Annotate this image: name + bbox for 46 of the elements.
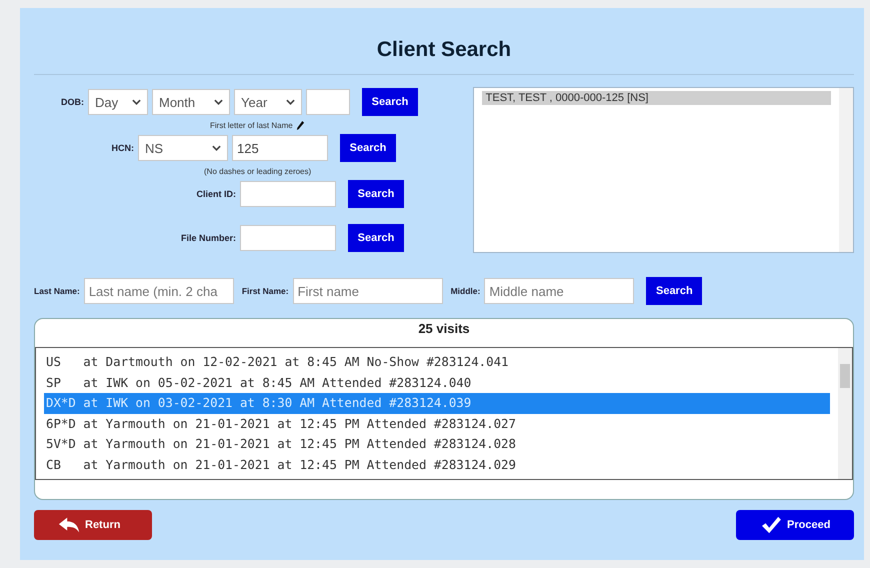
hint-text: First letter of last Name	[210, 120, 293, 130]
hcn-label: HCN:	[110, 143, 134, 153]
checkmark-icon	[760, 516, 782, 534]
caret-icon	[212, 145, 221, 151]
dropdown[interactable]: Month	[152, 89, 230, 115]
name-field[interactable]: Last name (min. 2 cha	[84, 278, 234, 304]
visit-item[interactable]: 5V*D at Yarmouth on 21-01-2021 at 12:45 PM Attended #283124.028	[44, 434, 830, 454]
name-field[interactable]: First name	[292, 278, 443, 304]
results-list[interactable]: TEST, TEST , 0000-000-125 [NS]	[472, 87, 854, 253]
search-button[interactable]: Search	[348, 224, 404, 252]
scrollbar[interactable]	[838, 348, 852, 479]
name-field[interactable]: Middle name	[484, 278, 634, 304]
client-id-field[interactable]	[240, 181, 336, 207]
visit-item[interactable]: CB at Yarmouth on 21-01-2021 at 12:45 PM Attended #283124.029	[44, 454, 830, 475]
visit-item[interactable]: SP at IWK on 05-02-2021 at 8:45 AM Attended #283124.040	[44, 372, 830, 393]
dob-label: DOB:	[60, 97, 84, 107]
caret-icon	[132, 99, 141, 105]
file-number-label: File Number:	[180, 233, 236, 243]
page-title: Client Search	[376, 37, 512, 63]
search-button[interactable]: Search	[646, 277, 702, 305]
return-button[interactable]: Return	[34, 510, 152, 540]
pencil-icon	[296, 120, 305, 130]
hcn-field[interactable]: 125	[232, 135, 328, 161]
name-label: Last Name:	[34, 286, 80, 296]
search-button[interactable]: Search	[362, 88, 418, 116]
hint-text: (No dashes or leading zeroes)	[204, 166, 312, 176]
client-id-label: Client ID:	[196, 189, 236, 199]
letter-field[interactable]	[306, 89, 350, 115]
search-button[interactable]: Search	[348, 180, 404, 208]
result-item[interactable]: TEST, TEST , 0000-000-125 [NS]	[482, 91, 831, 105]
province-dropdown[interactable]: NS	[138, 135, 228, 161]
caret-icon	[214, 99, 223, 105]
search-button[interactable]: Search	[340, 134, 396, 162]
scrollbar[interactable]	[839, 88, 853, 252]
file-number-field[interactable]	[240, 225, 336, 251]
caret-icon	[286, 99, 295, 105]
visits-count: 25 visits	[417, 320, 471, 338]
dropdown[interactable]: Year	[234, 89, 302, 115]
dropdown[interactable]: Day	[88, 89, 148, 115]
proceed-button[interactable]: Proceed	[736, 510, 854, 540]
back-arrow-icon	[58, 516, 80, 534]
visit-item[interactable]: 6P*D at Yarmouth on 21-01-2021 at 12:45 PM Attended #283124.027	[44, 414, 830, 434]
visits-list[interactable]	[35, 347, 853, 480]
name-label: Middle:	[450, 286, 480, 296]
visit-item[interactable]: US at Dartmouth on 12-02-2021 at 8:45 AM No-Show #283124.041	[44, 352, 830, 372]
name-label: First Name:	[242, 286, 289, 296]
